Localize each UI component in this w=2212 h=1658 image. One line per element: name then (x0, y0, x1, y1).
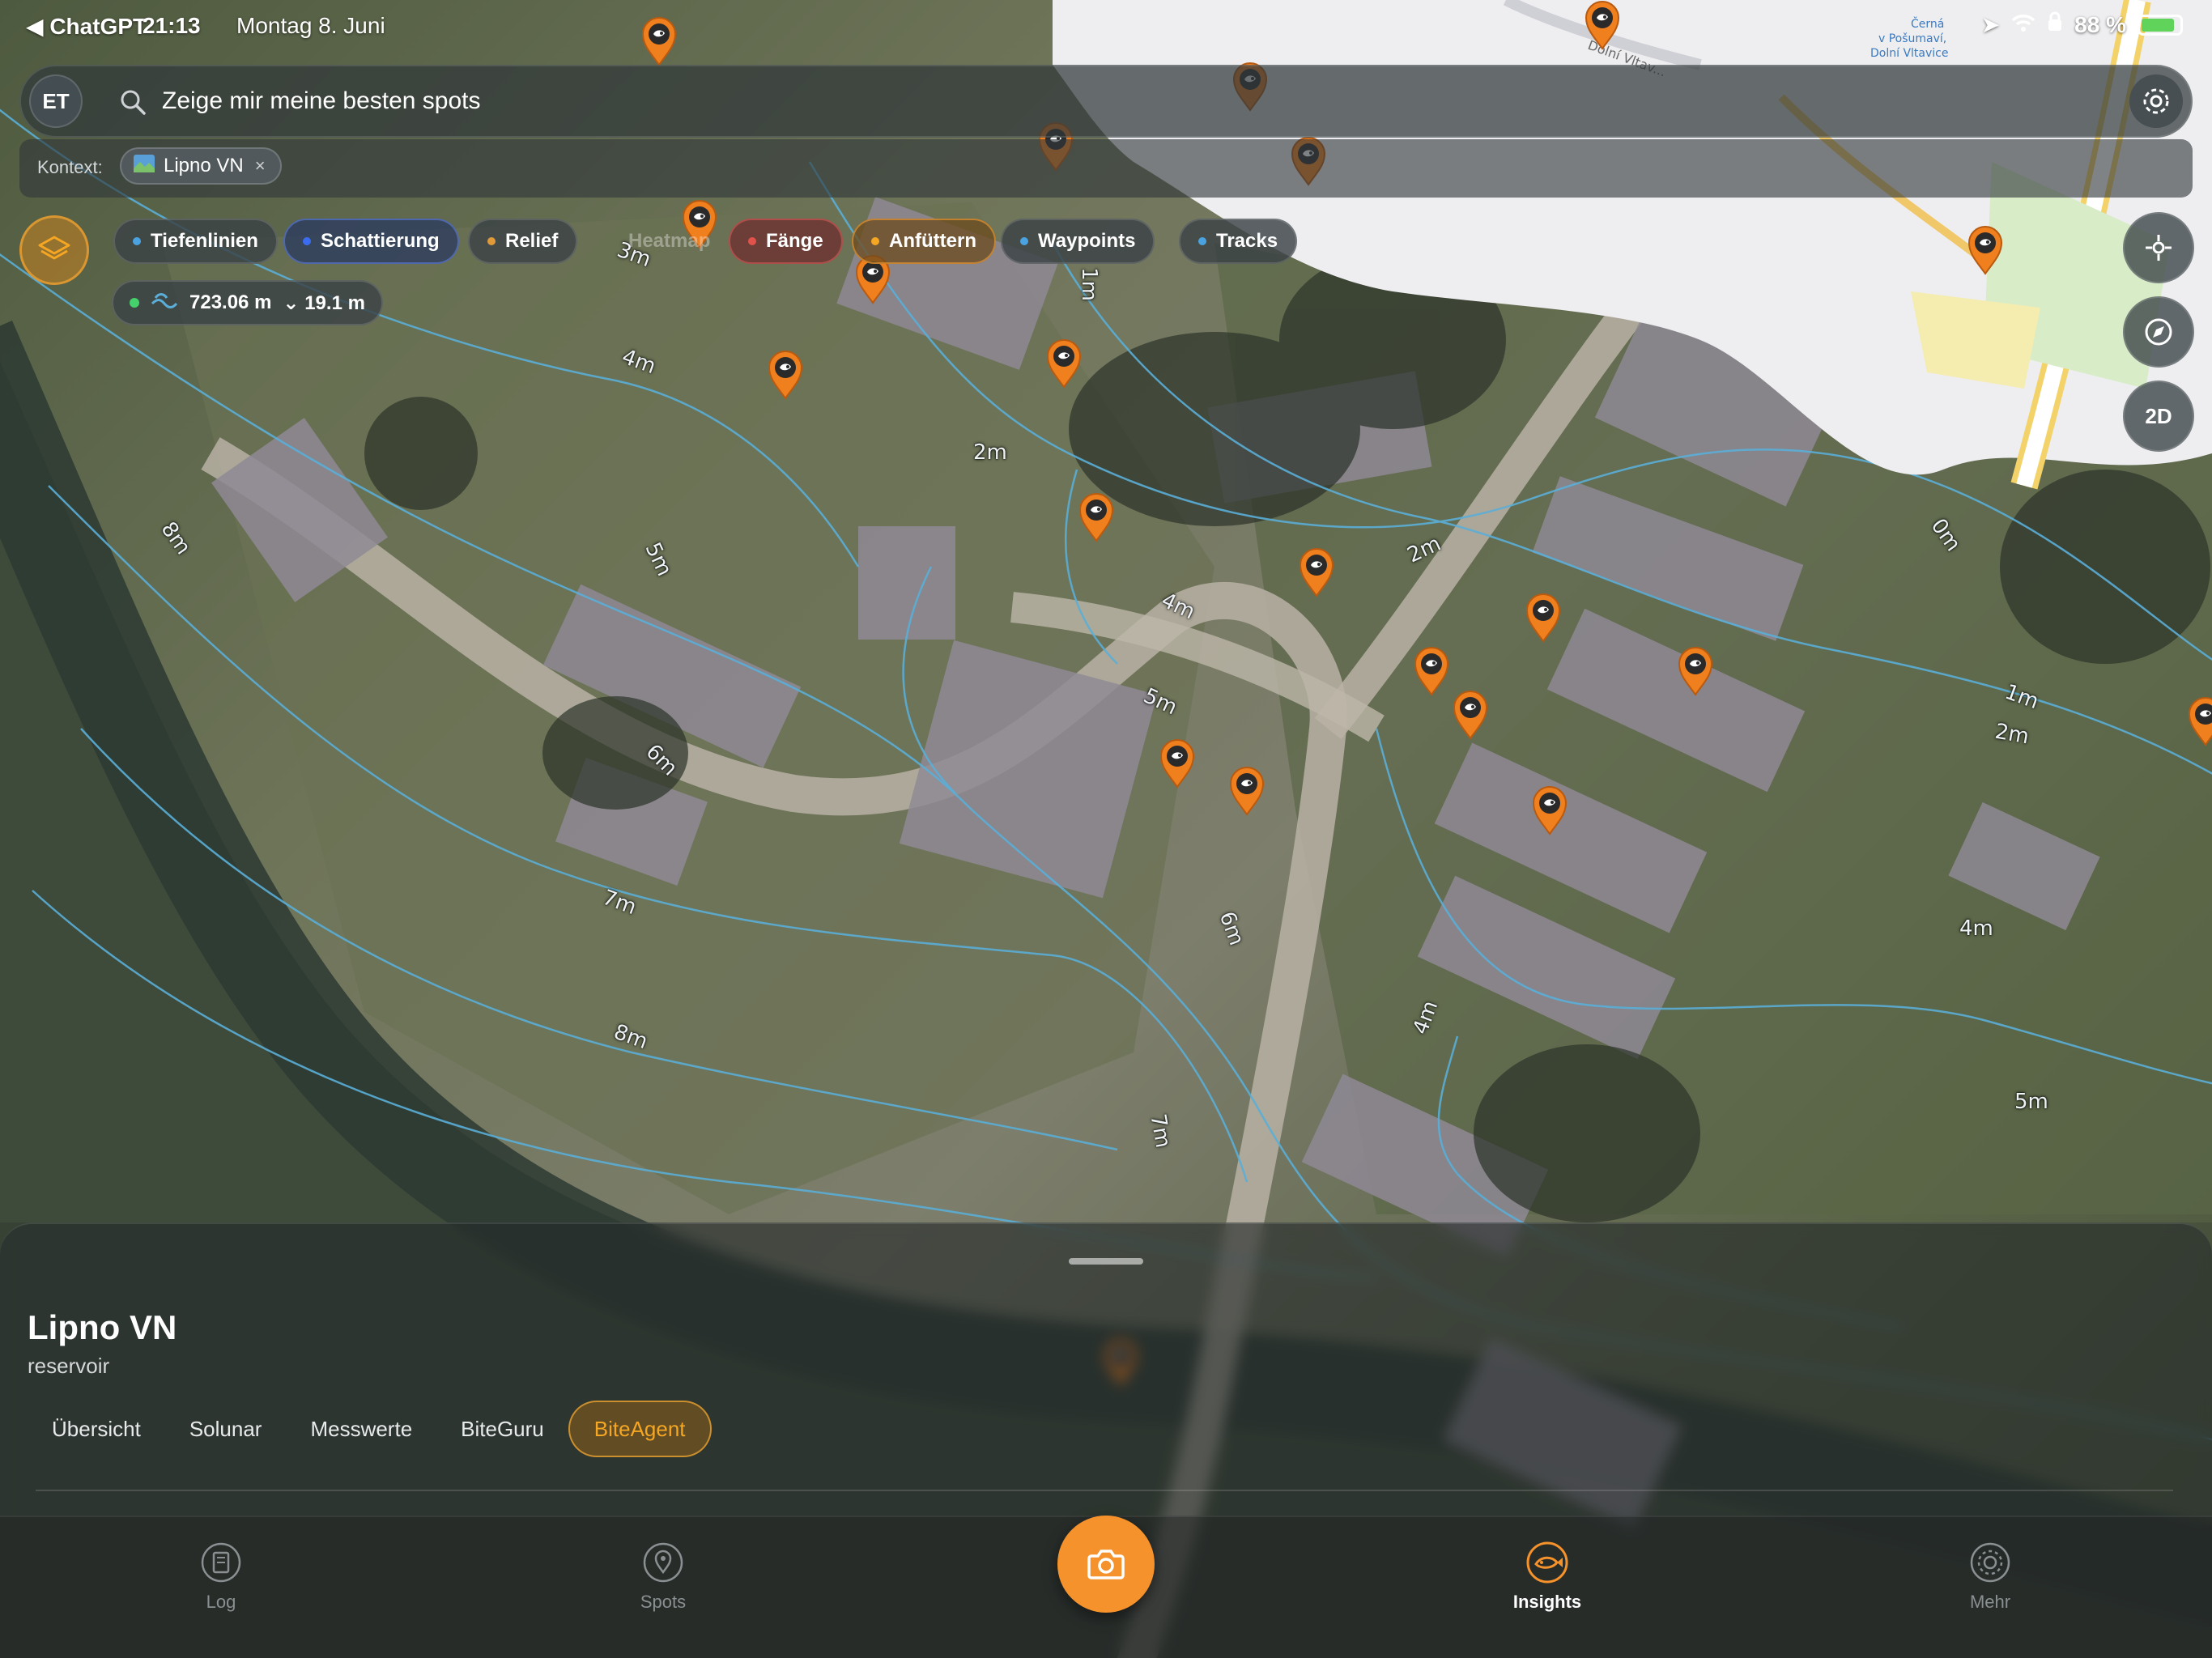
layer-chip-label: Waypoints (1038, 230, 1136, 252)
context-row: Kontext: Lipno VN × (19, 139, 2193, 198)
layer-color-dot (487, 237, 496, 245)
layer-color-dot (1020, 237, 1028, 245)
tab-log[interactable]: Log (156, 1540, 286, 1613)
search-bar: ET Zeige mir meine besten spots (19, 65, 2193, 138)
battery-percent: 88 % (2074, 11, 2126, 37)
lock-rotation-icon (2047, 11, 2063, 38)
tab-insights[interactable]: Insights (1482, 1540, 1612, 1613)
depth-value: ⌄ 19.1 m (283, 291, 365, 314)
tab-more[interactable]: Mehr (1925, 1540, 2055, 1613)
layer-chip-waypoints[interactable]: Waypoints (1001, 219, 1155, 264)
sheet-tabs: Übersicht Solunar Messwerte BiteGuru BiteAge… (28, 1401, 712, 1457)
catch-pin[interactable] (1530, 785, 1569, 835)
search-icon (118, 87, 147, 121)
layer-chip-label: Heatmap (628, 230, 711, 252)
catch-pin[interactable] (1412, 646, 1451, 696)
layer-chip-schattierung[interactable]: Schattierung (283, 219, 459, 264)
tab--bersicht[interactable]: Übersicht (28, 1401, 165, 1457)
catch-pin[interactable] (1451, 690, 1490, 740)
battery-icon (2138, 14, 2183, 36)
layer-chip-label: Tracks (1216, 230, 1278, 252)
close-icon[interactable]: × (255, 155, 266, 176)
catch-pin[interactable] (1044, 338, 1083, 389)
wifi-icon (2011, 12, 2035, 38)
location-arrow-icon: ➤ (1980, 12, 2001, 37)
layers-icon (38, 236, 70, 260)
depth-readout[interactable]: 723.06 m ⌄ 19.1 m (112, 280, 383, 325)
status-date: Montag 8. Juni (236, 13, 385, 38)
status-bar: ◀ ChatGPT 21:13 Montag 8. Juni ➤ 88 % (0, 0, 2212, 52)
layer-chip-relief[interactable]: Relief (468, 219, 578, 264)
layer-chip-heatmap[interactable]: Heatmap (609, 219, 730, 264)
tab-messwerte[interactable]: Messwerte (286, 1401, 436, 1457)
contour-label: 1m (1076, 267, 1101, 301)
locate-button[interactable] (2123, 212, 2194, 283)
status-time: 21:13 (143, 13, 201, 38)
compass-icon (2145, 318, 2172, 346)
camera-button[interactable] (1057, 1516, 1155, 1613)
crosshair-icon (2146, 235, 2172, 261)
catch-pin[interactable] (1077, 492, 1116, 542)
layer-chip-label: Anfüttern (889, 230, 976, 252)
tab-biteguru[interactable]: BiteGuru (436, 1401, 568, 1457)
catch-pin[interactable] (1297, 547, 1336, 597)
layer-chip-anf-ttern[interactable]: Anfüttern (852, 219, 996, 264)
more-icon (1967, 1540, 2013, 1585)
context-label: Kontext: (37, 157, 103, 177)
tab-label: Mehr (1969, 1592, 2011, 1612)
contour-label: 5m (2014, 1090, 2048, 1114)
catch-pin[interactable] (1524, 593, 1563, 643)
context-chip-label: Lipno VN (164, 155, 244, 176)
catch-pin[interactable] (1966, 225, 2005, 275)
tab-biteagent[interactable]: BiteAgent (568, 1401, 712, 1457)
tab-solunar[interactable]: Solunar (165, 1401, 287, 1457)
sheet-subtitle: reservoir (28, 1354, 110, 1378)
layer-chip-label: Tiefenlinien (151, 230, 258, 252)
layer-color-dot (748, 237, 756, 245)
tab-label: Spots (640, 1592, 687, 1612)
map-pin-icon (640, 1540, 686, 1585)
map-thumbnail-icon (133, 154, 155, 179)
location-sheet: Lipno VN reservoir Übersicht Solunar Messw… (0, 1222, 2212, 1516)
sheet-title: Lipno VN (28, 1308, 177, 1346)
layers-button[interactable] (19, 215, 89, 285)
contour-label: 4m (1959, 916, 1993, 941)
layer-color-dot (133, 237, 141, 245)
layer-color-dot (303, 237, 311, 245)
layer-chip-label: Relief (505, 230, 559, 252)
divider (36, 1490, 2173, 1491)
contour-label: 2m (973, 440, 1007, 465)
logbook-icon (198, 1540, 244, 1585)
layer-chip-tiefenlinien[interactable]: Tiefenlinien (113, 219, 278, 264)
avatar[interactable]: ET (29, 74, 83, 128)
view-mode-label: 2D (2145, 403, 2172, 428)
catch-pin[interactable] (1676, 646, 1715, 696)
layer-chip-label: Schattierung (321, 230, 440, 252)
catch-pin[interactable] (2186, 696, 2212, 746)
context-chip[interactable]: Lipno VN × (120, 147, 282, 185)
layer-color-dot (871, 237, 879, 245)
tab-label: Log (206, 1592, 236, 1612)
search-input[interactable]: Zeige mir meine besten spots (162, 87, 481, 115)
layer-color-dot (1198, 237, 1206, 245)
compass-button[interactable] (2123, 296, 2194, 368)
catch-pin[interactable] (1227, 766, 1266, 816)
catch-pin[interactable] (766, 350, 805, 400)
view-mode-button[interactable]: 2D (2123, 380, 2194, 452)
layer-chip-f-nge[interactable]: Fänge (729, 219, 843, 264)
back-to-app[interactable]: ◀ ChatGPT (26, 13, 147, 40)
elevation-value: 723.06 m (189, 291, 272, 313)
wave-icon (151, 291, 178, 316)
insights-fish-icon (1525, 1540, 1570, 1585)
layer-chip-label: Fänge (766, 230, 823, 252)
camera-icon (1087, 1550, 1125, 1579)
layer-chip-tracks[interactable]: Tracks (1179, 219, 1298, 264)
tab-label: Insights (1512, 1592, 1582, 1612)
gps-status-dot (130, 298, 139, 308)
sheet-grabber[interactable] (1069, 1258, 1143, 1265)
catch-pin[interactable] (1158, 738, 1197, 789)
gear-icon[interactable] (2129, 74, 2183, 128)
tab-spots[interactable]: Spots (598, 1540, 728, 1613)
